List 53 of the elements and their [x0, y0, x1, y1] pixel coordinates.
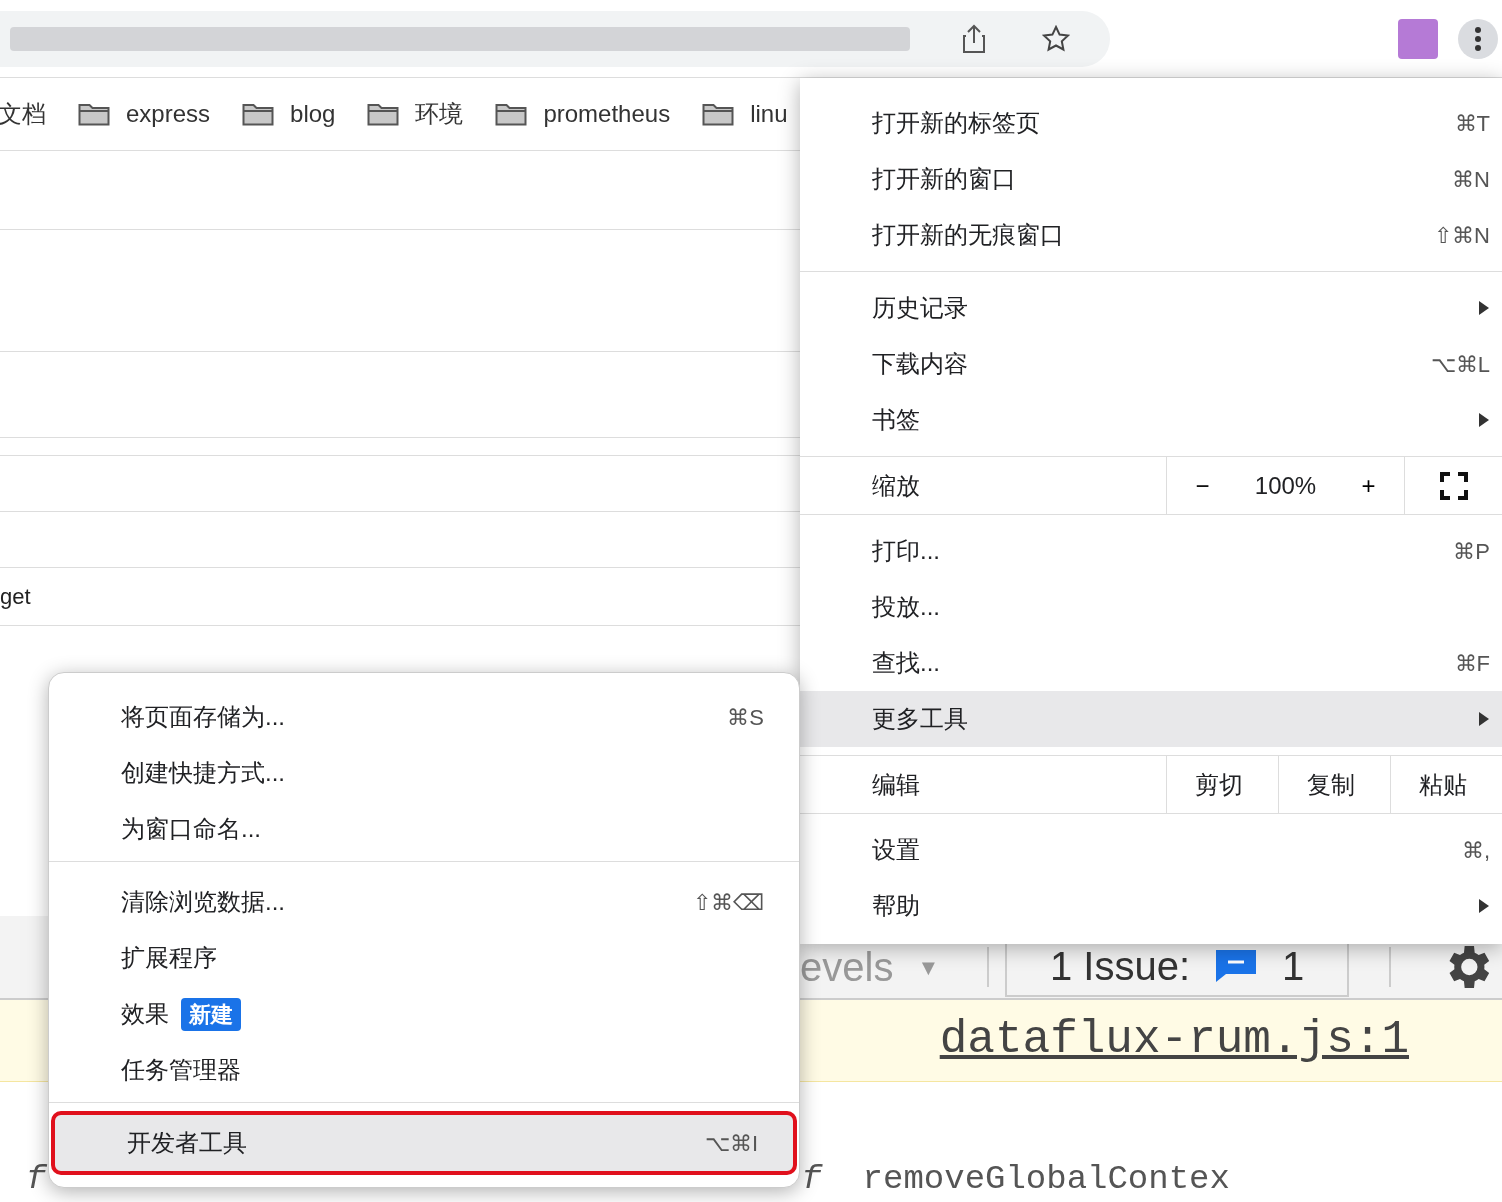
zoom-value: 100%: [1254, 470, 1317, 501]
menu-item[interactable]: 设置 ⌘,: [800, 822, 1502, 878]
menu-item[interactable]: 下载内容 ⌥⌘L: [800, 336, 1502, 392]
folder-icon: [702, 102, 735, 126]
bookmark-item[interactable]: linu: [702, 96, 788, 132]
code-text: f: [26, 1162, 47, 1196]
zoom-label: 缩放: [872, 470, 920, 501]
avatar-icon[interactable]: [1398, 18, 1438, 59]
menu-icon[interactable]: [1458, 18, 1498, 59]
zoom-in-button[interactable]: +: [1349, 467, 1388, 504]
menu-item[interactable]: 为窗口命名...: [49, 801, 799, 857]
bookmark-item[interactable]: blog: [242, 96, 336, 132]
menu-item[interactable]: 将页面存储为... ⌘S: [49, 689, 799, 745]
folder-icon: [367, 102, 400, 126]
menu-item[interactable]: 历史记录: [800, 280, 1502, 336]
menu-item[interactable]: 打开新的无痕窗口 ⇧⌘N: [800, 207, 1502, 263]
menu-item[interactable]: 查找... ⌘F: [800, 635, 1502, 691]
source-link[interactable]: dataflux-rum.js:1: [939, 1006, 1409, 1075]
submenu-arrow-icon: [1478, 412, 1490, 428]
menu-item[interactable]: 投放...: [800, 579, 1502, 635]
menu-item[interactable]: 任务管理器: [49, 1042, 799, 1098]
folder-icon: [242, 102, 275, 126]
fullscreen-icon[interactable]: [1439, 471, 1468, 500]
edit-label: 编辑: [872, 769, 920, 800]
menu-item[interactable]: 书签: [800, 392, 1502, 448]
message-icon: [1214, 948, 1259, 984]
menu-item[interactable]: 打开新的标签页 ⌘T: [800, 95, 1502, 151]
bookmark-item[interactable]: 环境: [367, 96, 464, 132]
menu-item[interactable]: 帮助: [800, 878, 1502, 934]
code-text: f removeGlobalContex: [801, 1162, 1230, 1196]
menu-item[interactable]: 清除浏览数据... ⇧⌘⌫: [49, 874, 799, 930]
edit-action-button[interactable]: 复制: [1278, 756, 1390, 813]
menu-item[interactable]: 扩展程序: [49, 930, 799, 986]
menu-item[interactable]: 效果 新建: [49, 986, 799, 1042]
star-icon[interactable]: [1042, 24, 1070, 53]
folder-icon: [78, 102, 110, 126]
edit-action-button[interactable]: 粘贴: [1390, 756, 1502, 813]
bookmark-item[interactable]: express: [78, 96, 211, 132]
submenu-arrow-icon: [1478, 300, 1490, 316]
row-text: get: [0, 583, 31, 611]
menu-item[interactable]: 打印... ⌘P: [800, 523, 1502, 579]
zoom-out-button[interactable]: −: [1183, 467, 1222, 504]
folder-icon: [495, 102, 528, 126]
new-badge: 新建: [181, 997, 241, 1031]
edit-action-button[interactable]: 剪切: [1166, 756, 1278, 813]
address-field[interactable]: [0, 10, 1110, 67]
menu-item[interactable]: 创建快捷方式...: [49, 745, 799, 801]
submenu-arrow-icon: [1478, 898, 1490, 914]
bookmark-item[interactable]: prometheus: [495, 96, 671, 132]
menu-item[interactable]: 更多工具: [800, 691, 1502, 747]
submenu-arrow-icon: [1478, 711, 1490, 727]
share-icon[interactable]: [962, 23, 986, 54]
menu-item[interactable]: 打开新的窗口 ⌘N: [800, 151, 1502, 207]
